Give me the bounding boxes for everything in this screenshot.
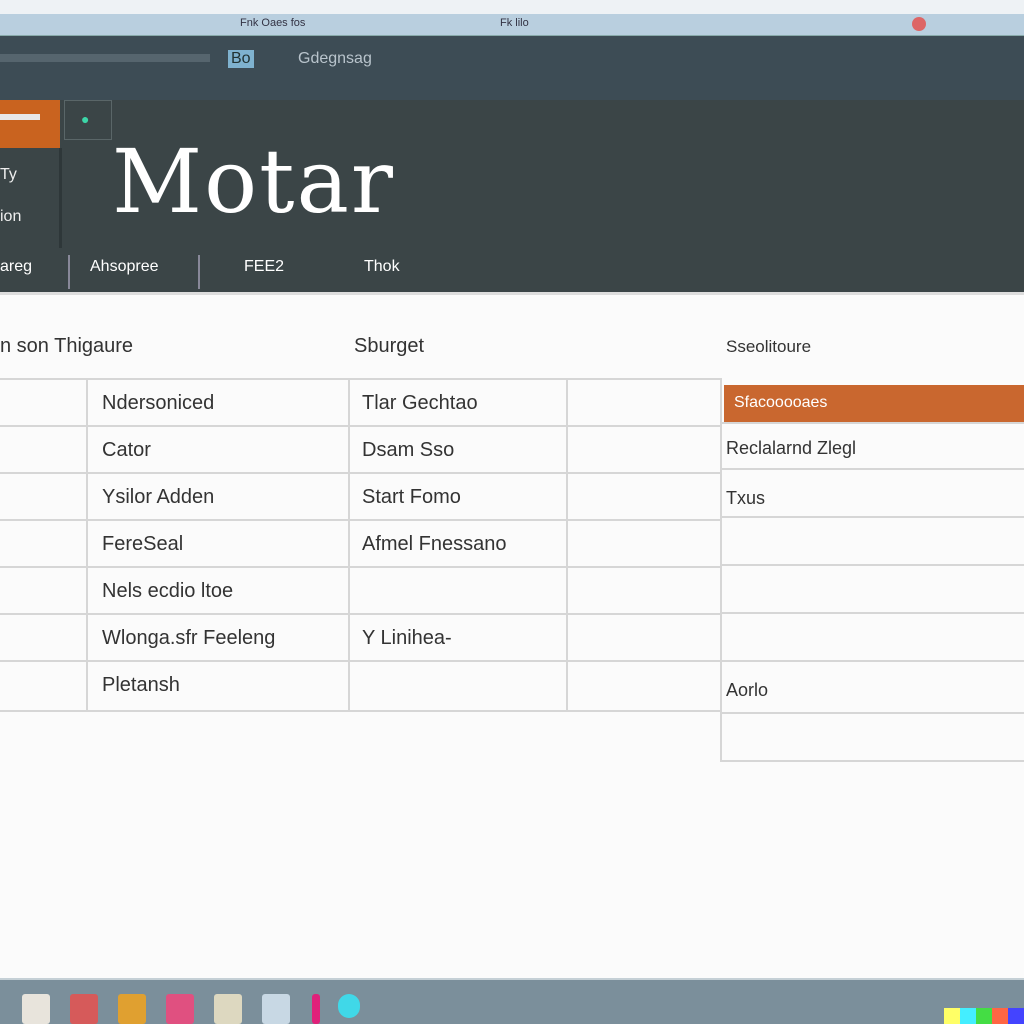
row-divider (720, 660, 1024, 662)
sidebar-item[interactable]: ion (0, 208, 21, 226)
cell: Txus (726, 488, 766, 508)
cell: Dsam Sso (362, 439, 455, 461)
row-divider (0, 613, 720, 615)
tab-bar: Fnk Oaes fos Fk lilo (0, 14, 1024, 36)
row-divider (720, 516, 1024, 518)
globe-icon[interactable] (338, 994, 360, 1018)
column-header[interactable]: Sburget (354, 335, 424, 358)
row-divider (0, 472, 720, 474)
nav-item[interactable]: Ahsopree (90, 258, 159, 276)
row-divider (720, 760, 1024, 762)
row-divider (720, 712, 1024, 714)
nav-item[interactable]: FEE2 (244, 258, 284, 276)
cell: Ysilor Adden (102, 486, 215, 508)
menu-button[interactable] (0, 100, 60, 148)
column-divider (566, 378, 568, 712)
flower-icon[interactable] (166, 994, 194, 1024)
column-divider (348, 378, 350, 712)
page-title: Motar (112, 130, 395, 233)
toolbar: Bo Gdegnsag (0, 36, 1024, 102)
chart-icon[interactable] (214, 994, 242, 1024)
nav-item[interactable]: Thok (364, 258, 400, 276)
window-icon[interactable] (262, 994, 290, 1024)
cell: Start Fomo (362, 486, 461, 508)
cell: Tlar Gechtao (362, 392, 478, 414)
close-icon[interactable] (912, 17, 926, 31)
tab[interactable]: Fnk Oaes fos (240, 17, 305, 29)
address-badge[interactable]: Bo (228, 50, 254, 68)
row-divider (0, 425, 720, 427)
app-icon[interactable]: ● (64, 100, 112, 140)
cell: Cator (102, 439, 151, 461)
cell: Afmel Fnessano (362, 533, 507, 555)
file-icon[interactable] (22, 994, 50, 1024)
row-divider (0, 710, 720, 712)
pin-icon[interactable] (312, 994, 320, 1024)
cell: Aorlo (726, 680, 769, 700)
photo-icon[interactable] (118, 994, 146, 1024)
row-divider (0, 660, 720, 662)
cell: Nels ecdio ltoe (102, 580, 234, 602)
address-bar[interactable] (0, 54, 210, 62)
color-watermark (944, 1008, 1024, 1024)
paint-icon[interactable] (70, 994, 98, 1024)
divider (68, 255, 70, 289)
selected-row[interactable]: Sfacooooaes (724, 385, 1024, 422)
row-divider (720, 468, 1024, 470)
cell: Ndersoniced (102, 392, 215, 414)
row-divider (720, 564, 1024, 566)
column-divider (720, 385, 722, 762)
cell: Sfacooooaes (734, 394, 828, 411)
row-divider (0, 378, 720, 380)
row-divider (0, 566, 720, 568)
column-header[interactable]: Sseolitoure (726, 337, 811, 357)
cell: FereSeal (102, 533, 184, 555)
sidebar-item[interactable]: Ty (0, 166, 17, 184)
cell: Y Linihea- (362, 627, 452, 649)
row-divider (0, 519, 720, 521)
sidebar: Ty ion (0, 148, 62, 248)
toolbar-label[interactable]: Gdegnsag (298, 50, 372, 68)
cell: Wlonga.sfr Feeleng (102, 627, 276, 649)
cell: Pletansh (102, 674, 180, 696)
row-divider (720, 422, 1024, 424)
column-divider (86, 378, 88, 712)
nav-item[interactable]: areg (0, 258, 32, 276)
tab[interactable]: Fk lilo (500, 17, 529, 29)
taskbar (0, 978, 1024, 1024)
row-divider (720, 612, 1024, 614)
column-header[interactable]: n son Thigaure (0, 335, 133, 358)
divider (198, 255, 200, 289)
cell: Reclalarnd Zlegl (726, 438, 857, 458)
